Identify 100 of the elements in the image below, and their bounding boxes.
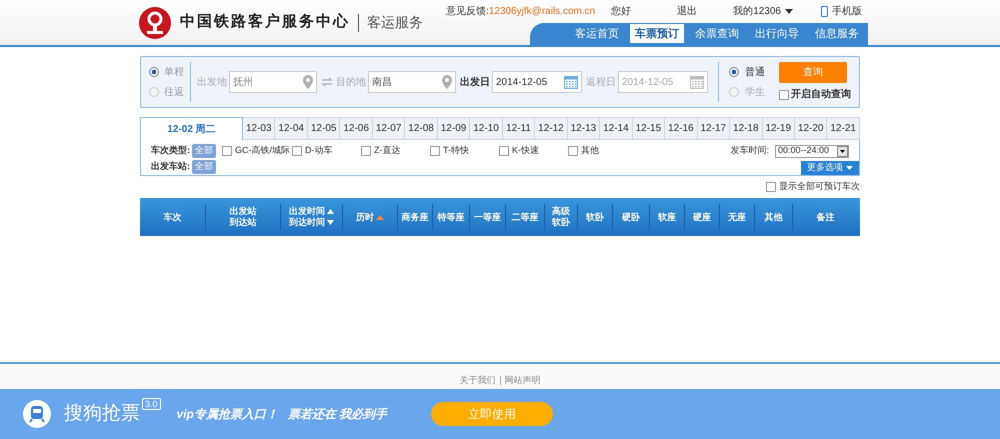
to-field[interactable]: 南昌	[368, 71, 456, 93]
to-value: 南昌	[372, 76, 392, 90]
mobile-version-link[interactable]: 手机版	[821, 4, 862, 19]
auto-query-label: 开启自动查询	[791, 87, 851, 102]
nav-tab[interactable]: 信息服务	[810, 24, 864, 44]
return-date-field[interactable]: 2014-12-05	[618, 71, 708, 93]
column-header[interactable]: 其他	[764, 212, 782, 222]
from-value: 抚州	[233, 76, 253, 90]
checkbox[interactable]	[430, 146, 440, 156]
depart-date-field[interactable]: 2014-12-05	[492, 71, 582, 93]
column-header[interactable]: 车次	[164, 212, 182, 222]
calendar-icon[interactable]	[564, 75, 578, 89]
column-header[interactable]: 特等座	[438, 212, 464, 222]
nav-tab[interactable]: 出行向导	[750, 24, 804, 44]
checkbox[interactable]	[568, 146, 578, 156]
checkbox[interactable]	[361, 146, 371, 156]
footer-link[interactable]: 关于我们	[460, 374, 496, 387]
date-tab[interactable]: 12-08	[405, 117, 438, 140]
date-tab[interactable]: 12-20	[794, 117, 828, 140]
feedback-label: 意见反馈:	[446, 4, 489, 19]
date-tab[interactable]: 12-19	[762, 117, 795, 140]
date-tab[interactable]: 12-12	[535, 117, 568, 140]
date-tab[interactable]: 12-18	[730, 117, 762, 140]
column-header[interactable]: 软座	[658, 212, 676, 222]
footer-link[interactable]: 网站声明	[504, 374, 540, 387]
radio-button[interactable]	[149, 87, 159, 97]
checkbox[interactable]	[779, 90, 789, 100]
brand-name: 搜狗抢票	[64, 402, 140, 426]
nav-tab[interactable]: 余票查询	[690, 24, 744, 44]
radio-button[interactable]	[149, 67, 159, 77]
column-header[interactable]: 历时	[356, 212, 374, 222]
date-tab[interactable]: 12-04	[275, 117, 308, 140]
calendar-icon[interactable]	[690, 75, 704, 89]
radio-button[interactable]	[729, 67, 739, 77]
date-tab[interactable]: 12-17	[698, 117, 730, 140]
date-tab[interactable]: 12-10	[470, 117, 503, 140]
checkbox[interactable]	[292, 146, 302, 156]
depart-time-select[interactable]: 00:00--24:00	[775, 144, 849, 158]
date-tab[interactable]: 12-03	[243, 117, 276, 140]
feedback-email-link[interactable]: 12306yjfk@rails.com.cn	[488, 4, 596, 19]
sort-arrows-icon[interactable]	[327, 208, 334, 226]
column-header[interactable]: 备注	[816, 212, 834, 222]
return-date-value: 2014-12-05	[622, 76, 674, 90]
train-type-option: 其他	[581, 144, 599, 158]
date-tab[interactable]: 12-06	[340, 117, 373, 140]
phone-icon	[821, 6, 828, 17]
column-header[interactable]: 硬卧	[622, 212, 640, 222]
column-header[interactable]: 一等座	[474, 212, 501, 222]
train-type-option: Z-直达	[374, 144, 400, 158]
column-header[interactable]: 高级 软卧	[552, 206, 570, 228]
train-type-option: D-动车	[305, 144, 332, 158]
column-header[interactable]: 二等座	[512, 212, 538, 222]
to-label: 目的地	[336, 76, 366, 90]
date-tab[interactable]: 12-13	[568, 117, 600, 140]
all-stations-button[interactable]: 全部	[192, 160, 216, 174]
from-label: 出发地	[197, 76, 227, 90]
column-header[interactable]: 出发时间 到达时间	[289, 206, 325, 228]
departure-station-label: 出发车站:	[151, 160, 190, 174]
date-tab[interactable]: 12-09	[438, 117, 470, 140]
date-tab[interactable]: 12-05	[308, 117, 340, 140]
all-train-types-button[interactable]: 全部	[192, 144, 216, 158]
query-button[interactable]: 查询	[779, 62, 847, 83]
column-header[interactable]: 硬座	[693, 212, 711, 222]
passenger-type-label: 学生	[745, 86, 765, 100]
column-header[interactable]: 无座	[728, 212, 746, 222]
depart-time-label: 发车时间:	[730, 144, 769, 158]
my-account-link[interactable]: 我的12306	[733, 4, 793, 19]
location-pin-icon	[303, 75, 313, 89]
checkbox[interactable]	[499, 146, 509, 156]
column-header[interactable]: 软卧	[586, 212, 604, 222]
from-field[interactable]: 抚州	[229, 71, 317, 93]
date-tab[interactable]: 12-11	[502, 117, 536, 140]
depart-time-value: 00:00--24:00	[778, 144, 830, 158]
checkbox[interactable]	[766, 182, 776, 192]
radio-button[interactable]	[729, 87, 739, 97]
caret-icon	[846, 166, 853, 170]
checkbox[interactable]	[222, 146, 232, 156]
swap-icon[interactable]	[321, 77, 333, 87]
date-tab[interactable]: 12-15	[632, 117, 666, 140]
site-subtitle: 客运服务	[367, 13, 423, 32]
return-date-label: 返程日	[586, 76, 616, 90]
more-options-button[interactable]: 更多选项	[801, 161, 859, 175]
train-type-option: T-特快	[443, 144, 469, 158]
sort-up-icon[interactable]	[376, 214, 384, 220]
nav-tab[interactable]: 客运首页	[570, 24, 624, 44]
date-tab[interactable]: 12-14	[600, 117, 633, 140]
date-tab[interactable]: 12-21	[827, 117, 860, 140]
date-tab[interactable]: 12-07	[372, 117, 406, 140]
train-type-label: 车次类型:	[151, 144, 190, 158]
column-header[interactable]: 商务座	[402, 212, 428, 222]
date-tab[interactable]: 12-16	[665, 117, 698, 140]
caret-icon	[785, 8, 793, 14]
version-badge: 3.0	[142, 398, 161, 410]
slogan-text: vip专属抢票入口！	[176, 406, 278, 423]
column-header[interactable]: 出发站 到达站	[230, 206, 256, 228]
train-type-option: K-快速	[512, 144, 539, 158]
nav-tab[interactable]: 车票预订	[630, 24, 684, 44]
date-tab[interactable]: 12-02 周二	[140, 117, 243, 140]
logout-link[interactable]: 退出	[677, 4, 698, 19]
train-type-option: GC-高铁/城际	[235, 144, 290, 158]
